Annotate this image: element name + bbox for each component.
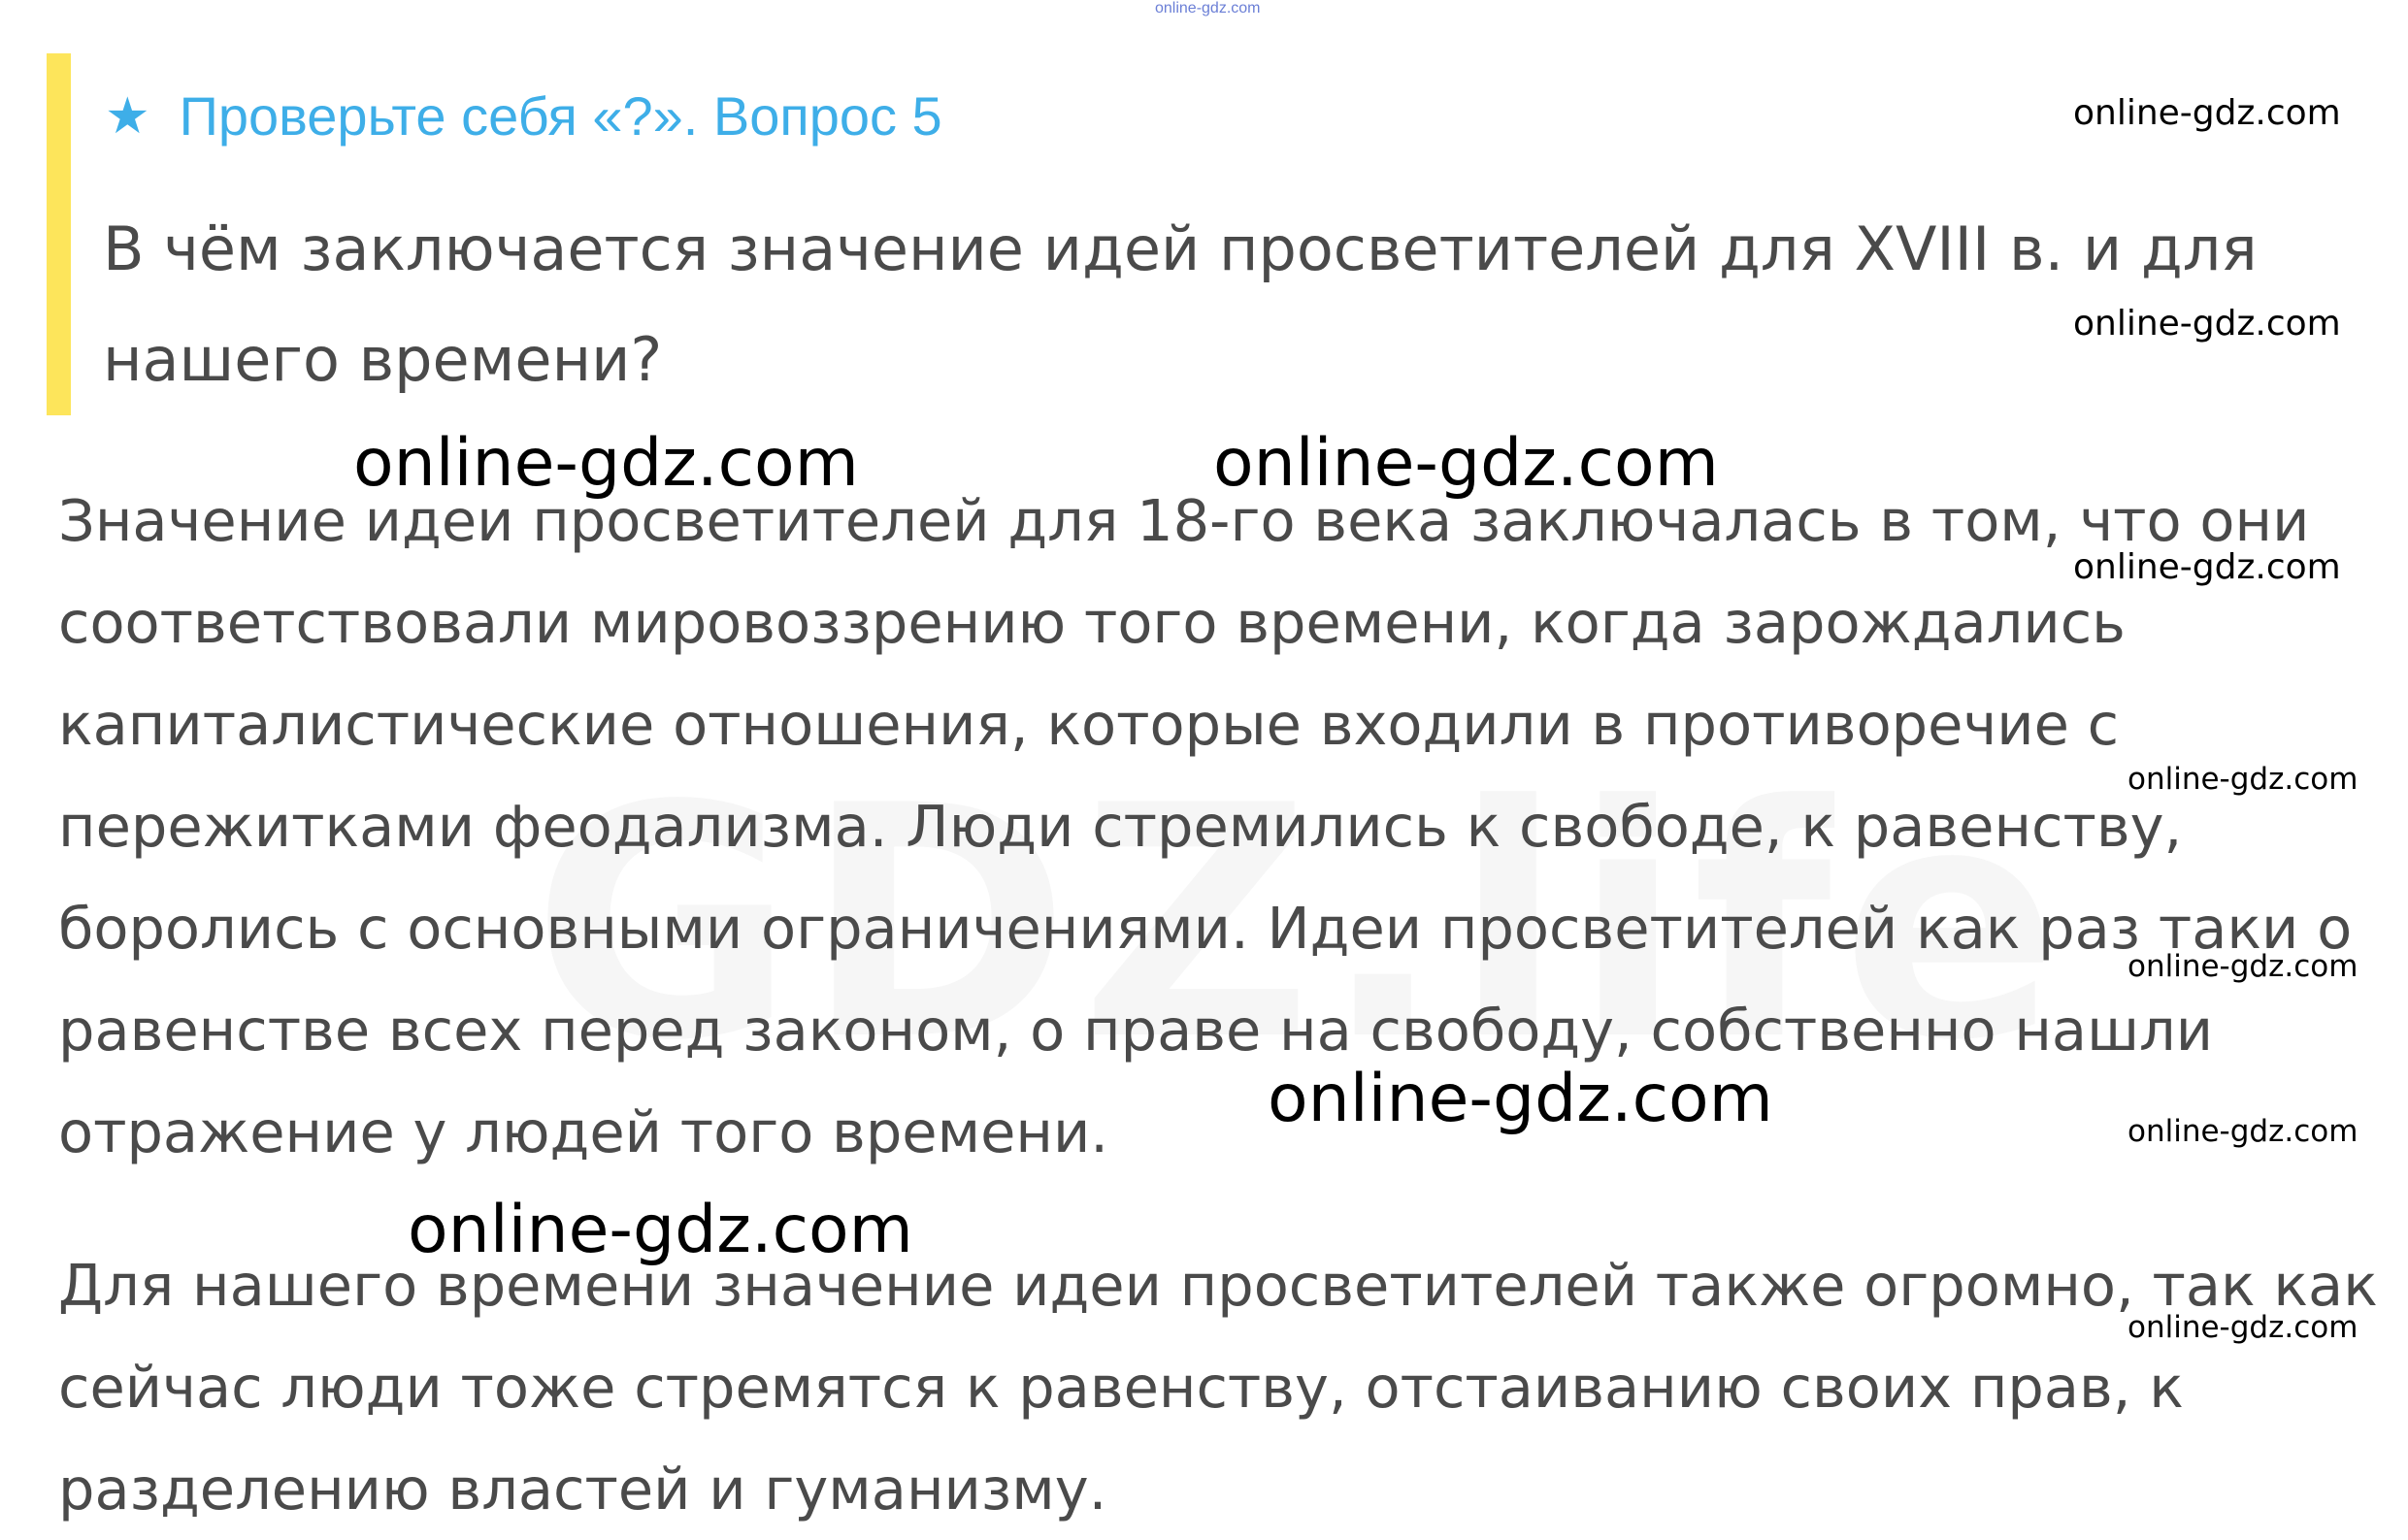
page: { "top_mark": "online-gdz.com", "backgro… (0, 0, 2408, 1535)
question-block: ★ Проверьте себя «?». Вопрос 5 В чём зак… (47, 53, 2357, 415)
top-watermark: online-gdz.com (1155, 0, 1261, 16)
question-text: В чём заключается значение идей просвети… (103, 213, 2258, 395)
watermark: online-gdz.com (2128, 949, 2359, 984)
question-header-label: Проверьте себя «?». Вопрос 5 (179, 85, 942, 147)
watermark: online-gdz.com (408, 1192, 913, 1268)
watermark: online-gdz.com (1268, 1061, 1773, 1137)
answer-paragraph-1: Значение идеи просветителей для 18-го ве… (58, 487, 2353, 1165)
question-accent-bar (47, 53, 71, 415)
watermark: online-gdz.com (2073, 93, 2341, 133)
answer-paragraph-2: Для нашего времени значение идеи просвет… (58, 1252, 2378, 1523)
watermark: online-gdz.com (2128, 1310, 2359, 1345)
watermark: online-gdz.com (2128, 762, 2359, 797)
star-icon: ★ (105, 87, 150, 145)
watermark: online-gdz.com (2073, 547, 2341, 587)
watermark: online-gdz.com (1213, 425, 1719, 502)
watermark: online-gdz.com (2128, 1114, 2359, 1149)
watermark: online-gdz.com (353, 425, 859, 502)
question-header: ★ Проверьте себя «?». Вопрос 5 (105, 84, 942, 147)
watermark: online-gdz.com (2073, 304, 2341, 344)
